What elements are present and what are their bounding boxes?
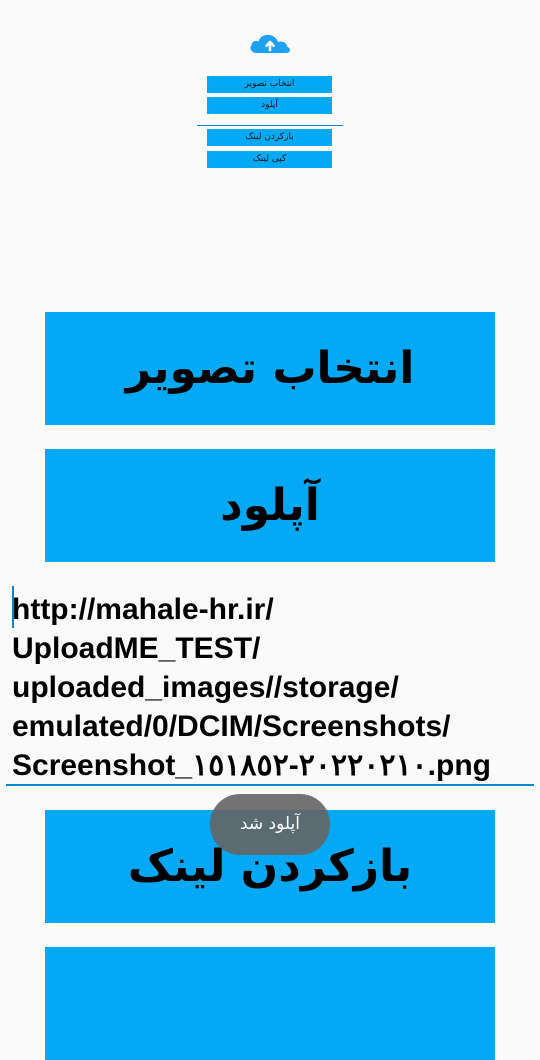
preview-select-image-button[interactable]: انتخاب تصویر — [207, 76, 332, 93]
link-text: http://mahale-hr.ir/ UploadME_TEST/ uplo… — [12, 593, 491, 782]
upload-button[interactable]: آپلود — [45, 449, 495, 562]
cloud-upload-icon — [250, 34, 290, 53]
select-image-button[interactable]: انتخاب تصویر — [45, 312, 495, 425]
copy-link-button[interactable] — [45, 947, 495, 1060]
preview-open-link-button[interactable]: بازکردن لینک — [207, 129, 332, 146]
preview-link-underline — [197, 125, 343, 126]
preview-upload-button[interactable]: آپلود — [207, 97, 332, 114]
preview-copy-link-button[interactable]: کپی لینک — [207, 151, 332, 168]
upload-done-toast: آپلود شد — [210, 794, 330, 855]
link-input[interactable]: http://mahale-hr.ir/ UploadME_TEST/ uplo… — [6, 586, 534, 786]
